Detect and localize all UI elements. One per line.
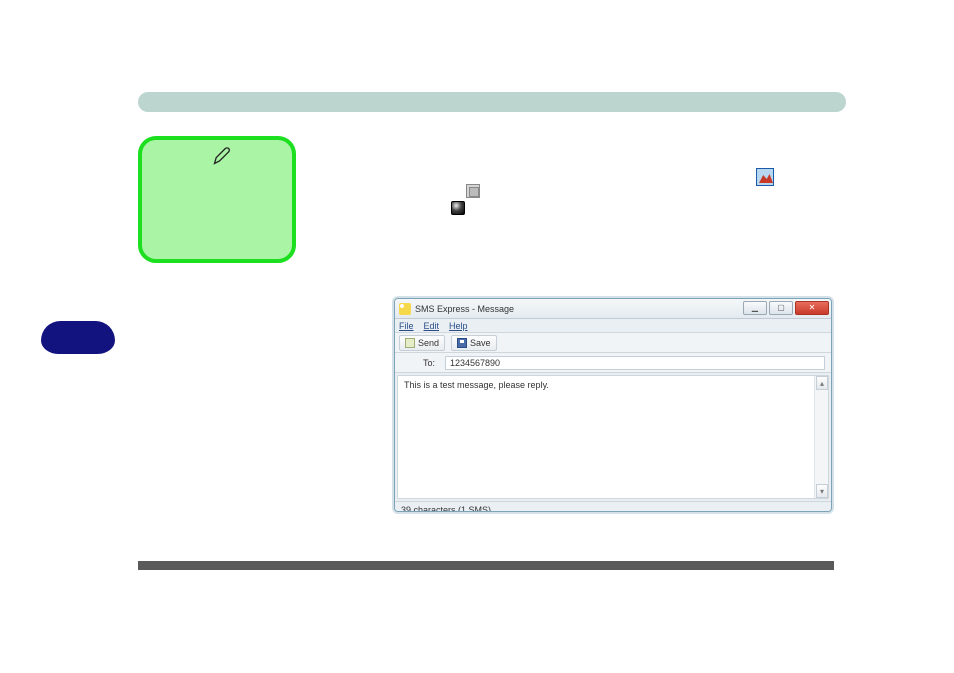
pen-icon xyxy=(212,146,232,166)
status-dot-icon xyxy=(451,201,465,215)
app-icon xyxy=(399,303,411,315)
save-icon xyxy=(457,338,467,348)
menu-help[interactable]: Help xyxy=(449,321,468,331)
statusbar: 39 characters (1 SMS) xyxy=(395,501,831,512)
menu-file[interactable]: File xyxy=(399,321,414,331)
scrollbar[interactable]: ▴ ▾ xyxy=(814,376,828,498)
status-text: 39 characters (1 SMS) xyxy=(401,505,491,513)
close-button[interactable]: ✕ xyxy=(795,301,829,315)
header-bar xyxy=(138,92,846,112)
message-text: This is a test message, please reply. xyxy=(404,380,812,390)
scroll-up-button[interactable]: ▴ xyxy=(816,376,828,390)
maximize-button[interactable]: ▢ xyxy=(769,301,793,315)
message-body[interactable]: This is a test message, please reply. ▴ … xyxy=(397,375,829,499)
menubar: File Edit Help xyxy=(395,319,831,333)
to-field[interactable]: 1234567890 xyxy=(445,356,825,370)
sms-message-window: SMS Express - Message ▁ ▢ ✕ File Edit He… xyxy=(394,298,832,512)
titlebar[interactable]: SMS Express - Message ▁ ▢ ✕ xyxy=(395,299,831,319)
picture-icon xyxy=(756,168,774,186)
to-label: To: xyxy=(401,358,435,368)
window-title: SMS Express - Message xyxy=(415,304,514,314)
save-button[interactable]: Save xyxy=(451,335,497,351)
send-label: Send xyxy=(418,338,439,348)
note-card xyxy=(138,136,296,263)
save-label: Save xyxy=(470,338,491,348)
menu-edit[interactable]: Edit xyxy=(424,321,440,331)
stop-icon xyxy=(466,184,480,198)
minimize-button[interactable]: ▁ xyxy=(743,301,767,315)
scroll-down-button[interactable]: ▾ xyxy=(816,484,828,498)
send-icon xyxy=(405,338,415,348)
pill-badge xyxy=(41,321,115,354)
to-value: 1234567890 xyxy=(450,358,500,368)
send-button[interactable]: Send xyxy=(399,335,445,351)
recipient-row: To: 1234567890 xyxy=(395,353,831,373)
footer-bar xyxy=(138,561,834,570)
toolbar: Send Save xyxy=(395,333,831,353)
